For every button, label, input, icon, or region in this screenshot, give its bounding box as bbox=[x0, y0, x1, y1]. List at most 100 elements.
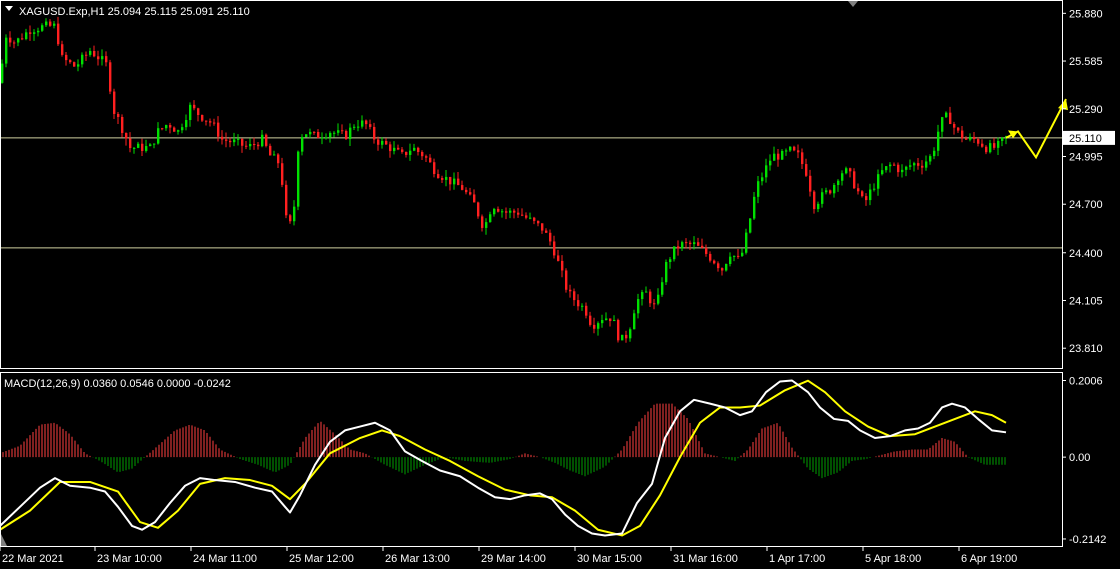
candle-body bbox=[657, 294, 660, 304]
candle-body bbox=[561, 260, 564, 271]
candle-body bbox=[677, 246, 680, 249]
price-axis: 25.880 25.585 25.290 24.995 24.700 24.400 24.1… bbox=[1062, 8, 1115, 355]
candle-body bbox=[313, 131, 316, 133]
candle-body bbox=[117, 113, 120, 117]
candle-body bbox=[165, 125, 168, 129]
candle-body bbox=[349, 127, 352, 139]
candle-body bbox=[293, 206, 296, 222]
candle-body bbox=[945, 112, 948, 118]
candle-body bbox=[797, 150, 800, 153]
candle-body bbox=[217, 122, 220, 137]
candle-body bbox=[713, 260, 716, 264]
candle-body bbox=[193, 104, 196, 109]
candle-body bbox=[725, 263, 728, 271]
candle-body bbox=[25, 32, 28, 39]
candle-body bbox=[529, 217, 532, 219]
candle-body bbox=[889, 164, 892, 167]
candle-body bbox=[669, 259, 672, 263]
candle-body bbox=[461, 185, 464, 190]
candle-body bbox=[17, 38, 20, 43]
candle-body bbox=[477, 202, 480, 217]
candle-body bbox=[129, 138, 132, 149]
candle-body bbox=[741, 252, 744, 256]
candle-body bbox=[581, 305, 584, 307]
candle-body bbox=[233, 139, 236, 143]
candle-body bbox=[857, 188, 860, 192]
price-tick-label: 23.810 bbox=[1069, 343, 1103, 355]
candle-body bbox=[809, 175, 812, 192]
candle-body bbox=[873, 188, 876, 190]
chart-svg: XAGUSD.Exp,H1 25.094 25.115 25.091 25.11… bbox=[0, 0, 1115, 565]
candle-body bbox=[629, 329, 632, 339]
candle-body bbox=[53, 23, 56, 26]
candle-body bbox=[977, 139, 980, 144]
candle-body bbox=[361, 120, 364, 127]
macd-panel-header: MACD(12,26,9) 0.0360 0.0546 0.0000 -0.02… bbox=[4, 378, 231, 390]
candle-body bbox=[249, 144, 252, 147]
candle-body bbox=[645, 291, 648, 293]
candle-body bbox=[149, 144, 152, 147]
candle-body bbox=[961, 130, 964, 139]
candle-body bbox=[37, 30, 40, 33]
candle-body bbox=[265, 134, 268, 146]
candle-body bbox=[965, 138, 968, 140]
candle-body bbox=[933, 150, 936, 157]
candle-body bbox=[621, 334, 624, 341]
candle-body bbox=[321, 137, 324, 139]
candle-body bbox=[221, 136, 224, 140]
macd-tick-label: 0.2006 bbox=[1069, 376, 1103, 388]
price-tick-label: 24.105 bbox=[1069, 295, 1103, 307]
candle-body bbox=[513, 210, 516, 213]
candle-body bbox=[989, 143, 992, 153]
candle-body bbox=[605, 318, 608, 320]
candle-body bbox=[177, 130, 180, 132]
macd-panel[interactable] bbox=[0, 379, 1007, 537]
candle-body bbox=[585, 305, 588, 316]
candle-body bbox=[145, 146, 148, 151]
candle-body bbox=[869, 189, 872, 201]
candle-body bbox=[481, 216, 484, 228]
candle-body bbox=[721, 268, 724, 271]
candle-body bbox=[609, 318, 612, 322]
candle-body bbox=[941, 117, 944, 132]
candle-body bbox=[817, 203, 820, 210]
candle-body bbox=[661, 282, 664, 295]
candle-body bbox=[333, 132, 336, 134]
candle-body bbox=[601, 319, 604, 324]
candle-body bbox=[885, 166, 888, 171]
candle-body bbox=[421, 152, 424, 157]
candle-body bbox=[517, 212, 520, 215]
candle-body bbox=[633, 313, 636, 330]
candle-body bbox=[805, 164, 808, 176]
candle-body bbox=[209, 121, 212, 123]
candle-body bbox=[309, 131, 312, 135]
candle-body bbox=[409, 150, 412, 155]
candle-body bbox=[173, 127, 176, 132]
candle-body bbox=[553, 241, 556, 256]
candle-body bbox=[5, 37, 8, 64]
candle-body bbox=[89, 51, 92, 55]
candle-body bbox=[105, 56, 108, 63]
time-tick-label: 23 Mar 10:00 bbox=[97, 553, 162, 565]
candle-body bbox=[357, 126, 360, 128]
candle-body bbox=[845, 168, 848, 174]
candle-body bbox=[393, 147, 396, 152]
dropdown-triangle-icon[interactable] bbox=[5, 6, 13, 11]
candle-body bbox=[925, 161, 928, 168]
candle-body bbox=[141, 143, 144, 151]
projection-arrow-line[interactable] bbox=[1005, 98, 1067, 160]
candle-body bbox=[405, 151, 408, 155]
candle-body bbox=[773, 153, 776, 161]
price-tick-label: 24.400 bbox=[1069, 248, 1103, 260]
candle-body bbox=[769, 160, 772, 166]
price-panel-header: XAGUSD.Exp,H1 25.094 25.115 25.091 25.11… bbox=[19, 6, 250, 18]
time-tick-label: 25 Mar 12:00 bbox=[289, 553, 354, 565]
candle-body bbox=[733, 255, 736, 257]
shift-marker-icon[interactable] bbox=[848, 1, 858, 7]
candle-body bbox=[413, 147, 416, 151]
candle-body bbox=[697, 242, 700, 246]
candle-body bbox=[473, 194, 476, 203]
candle-body bbox=[345, 130, 348, 139]
candle-body bbox=[241, 138, 244, 146]
price-panel[interactable] bbox=[0, 16, 1068, 343]
